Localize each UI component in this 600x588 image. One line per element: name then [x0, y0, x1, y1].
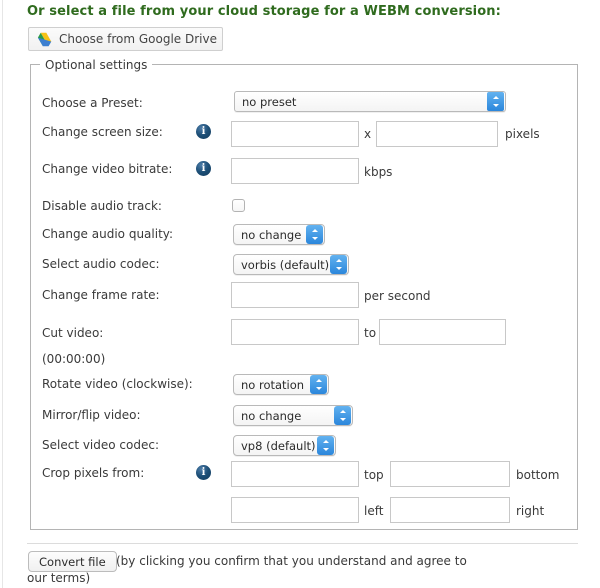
crop-info-icon[interactable]	[196, 465, 211, 480]
crop-bottom-input[interactable]	[390, 461, 510, 487]
label-change-video-bitrate: Change video bitrate:	[42, 162, 173, 176]
video-bitrate-info-icon[interactable]	[196, 161, 211, 176]
terms-disclaimer-line2: our terms)	[27, 571, 90, 585]
preset-select[interactable]: no preset	[234, 91, 506, 112]
convert-file-button[interactable]: Convert file	[28, 551, 117, 572]
cut-video-to-input[interactable]	[379, 319, 506, 345]
label-change-frame-rate: Change frame rate:	[42, 288, 160, 302]
footer-divider	[27, 543, 578, 544]
label-mirror-flip-video: Mirror/flip video:	[42, 408, 141, 422]
chevron-updown-icon	[334, 406, 351, 425]
video-codec-select-value: vp8 (default)	[241, 438, 316, 453]
crop-top-input[interactable]	[231, 461, 359, 487]
cut-video-time-format-hint: (00:00:00)	[42, 352, 106, 366]
audio-quality-select-value: no change	[241, 227, 302, 242]
chevron-updown-icon	[306, 225, 323, 244]
label-select-audio-codec: Select audio codec:	[42, 257, 160, 271]
crop-top-label: top	[364, 468, 384, 482]
label-change-screen-size: Change screen size:	[42, 125, 163, 139]
crop-right-label: right	[516, 504, 545, 518]
chevron-updown-icon	[310, 375, 327, 394]
cut-video-from-input[interactable]	[231, 319, 359, 345]
rotate-video-select-value: no rotation	[241, 377, 305, 392]
chevron-updown-icon	[317, 436, 334, 455]
frame-rate-input[interactable]	[231, 282, 359, 308]
optional-settings-legend: Optional settings	[40, 58, 153, 72]
crop-left-input[interactable]	[231, 497, 359, 523]
label-rotate-video: Rotate video (clockwise):	[42, 377, 193, 391]
choose-from-google-drive-button[interactable]: Choose from Google Drive	[28, 27, 223, 51]
mirror-flip-video-select[interactable]: no change	[233, 405, 353, 426]
label-select-video-codec: Select video codec:	[42, 438, 160, 452]
audio-codec-select-value: vorbis (default)	[241, 257, 330, 272]
page-left-rule	[2, 0, 3, 588]
chevron-updown-icon	[487, 92, 504, 111]
screen-size-separator: x	[364, 127, 372, 141]
preset-select-value: no preset	[242, 94, 297, 109]
label-change-audio-quality: Change audio quality:	[42, 227, 174, 241]
crop-bottom-label: bottom	[516, 468, 560, 482]
video-codec-select[interactable]: vp8 (default)	[233, 435, 336, 456]
label-crop-pixels-from: Crop pixels from:	[42, 466, 145, 480]
screen-size-unit-label: pixels	[505, 127, 540, 141]
screen-width-input[interactable]	[231, 121, 359, 147]
audio-codec-select[interactable]: vorbis (default)	[233, 254, 349, 275]
crop-left-label: left	[364, 504, 384, 518]
screen-height-input[interactable]	[376, 121, 498, 147]
terms-link[interactable]: terms	[51, 571, 86, 585]
terms-disclaimer-line1: (by clicking you confirm that you unders…	[116, 552, 546, 571]
screen-size-info-icon[interactable]	[196, 124, 211, 139]
video-bitrate-input[interactable]	[231, 158, 359, 184]
disclaimer-text-part3: )	[85, 571, 91, 585]
frame-rate-unit-label: per second	[364, 289, 431, 303]
label-choose-preset: Choose a Preset:	[42, 96, 143, 110]
disable-audio-track-checkbox[interactable]	[232, 199, 245, 212]
label-cut-video: Cut video:	[42, 326, 104, 340]
page-title: Or select a file from your cloud storage…	[27, 4, 501, 19]
video-bitrate-unit-label: kbps	[364, 165, 393, 179]
chevron-updown-icon	[330, 255, 347, 274]
label-disable-audio-track: Disable audio track:	[42, 199, 162, 213]
rotate-video-select[interactable]: no rotation	[233, 374, 329, 395]
google-drive-button-label: Choose from Google Drive	[59, 32, 217, 46]
disclaimer-text-part2: our	[27, 571, 51, 585]
crop-right-input[interactable]	[390, 497, 510, 523]
audio-quality-select[interactable]: no change	[233, 224, 325, 245]
mirror-flip-video-select-value: no change	[241, 408, 302, 423]
google-drive-icon	[35, 32, 52, 47]
cut-video-separator: to	[364, 326, 377, 340]
convert-file-button-label: Convert file	[39, 554, 106, 569]
disclaimer-text-part1: (by clicking you confirm that you unders…	[116, 554, 467, 568]
